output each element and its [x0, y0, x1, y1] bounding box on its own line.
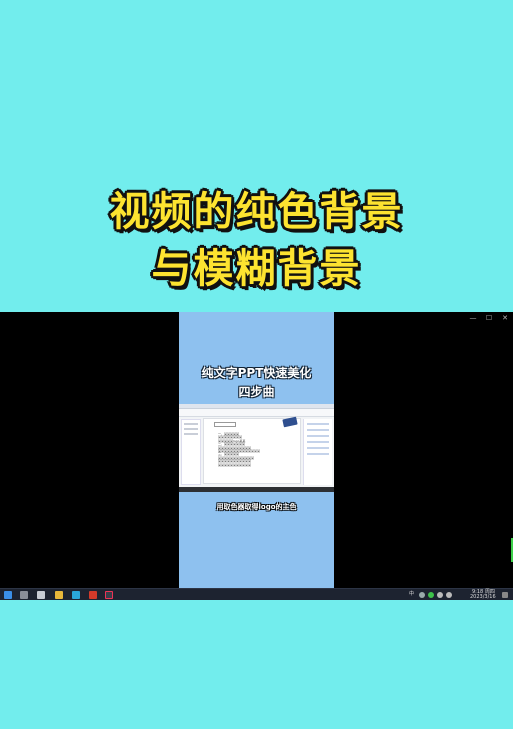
- editor-status-bar: [179, 487, 334, 492]
- cover-title-line1: 视频的纯色背景: [109, 189, 404, 235]
- app-icon[interactable]: [89, 591, 97, 599]
- wechat-icon[interactable]: [428, 592, 434, 598]
- video-player-icon[interactable]: [105, 591, 113, 599]
- doc-line: 某某某某某某某某某某某: [218, 462, 252, 467]
- tray-icon[interactable]: [419, 592, 425, 598]
- notification-icon[interactable]: [502, 592, 508, 598]
- video-title-line1: 纯文字PPT快速美化: [201, 366, 312, 380]
- task-view-icon[interactable]: [37, 591, 45, 599]
- start-icon[interactable]: [4, 591, 12, 599]
- text-box: [214, 422, 236, 427]
- editor-right-pane: [303, 419, 332, 485]
- minimize-icon[interactable]: —: [469, 314, 477, 322]
- editor-ribbon: [179, 409, 334, 417]
- window-controls: — ☐ ✕: [469, 314, 509, 322]
- video-title-line2: 四步曲: [238, 385, 275, 399]
- editor-left-pane: [181, 419, 201, 485]
- document-editor-preview: 一、某某某某某 某某某某某某某某 某某某某某logo某某 二、某某某某某某某 某…: [179, 404, 334, 492]
- video-screenshot: — ☐ ✕ 纯文字PPT快速美化 四步曲 一、某某某某某 某某某某某某某某 某某…: [0, 312, 513, 600]
- input-method-indicator[interactable]: 中: [409, 592, 414, 597]
- cover-title-line2: 与模糊背景: [151, 246, 362, 292]
- search-icon[interactable]: [20, 591, 28, 599]
- network-icon[interactable]: [437, 592, 443, 598]
- clock-date[interactable]: 2023/3/16: [470, 595, 496, 600]
- taskbar: 中 9:18 周四 2023/3/16: [0, 588, 513, 600]
- video-subtitle: 用取色器取得logo的主色: [216, 503, 297, 511]
- file-explorer-icon[interactable]: [55, 591, 63, 599]
- volume-icon[interactable]: [446, 592, 452, 598]
- phone-video-frame: 纯文字PPT快速美化 四步曲 一、某某某某某 某某某某某某某某 某某某某某log…: [179, 312, 334, 588]
- maximize-icon[interactable]: ☐: [485, 314, 493, 322]
- close-icon[interactable]: ✕: [501, 314, 509, 322]
- document-page: 一、某某某某某 某某某某某某某某 某某某某某logo某某 二、某某某某某某某 某…: [203, 418, 301, 484]
- edge-browser-icon[interactable]: [72, 591, 80, 599]
- document-text: 一、某某某某某 某某某某某某某某 某某某某某logo某某 二、某某某某某某某 某…: [218, 432, 260, 467]
